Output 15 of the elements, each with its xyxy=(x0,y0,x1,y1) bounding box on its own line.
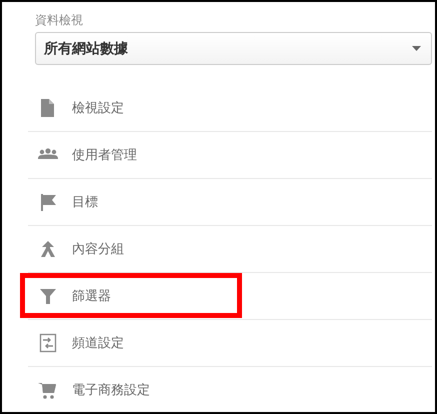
menu-item[interactable]: 目標 xyxy=(72,193,98,211)
menu-item[interactable]: 內容分組 xyxy=(72,240,124,258)
filter-icon xyxy=(38,286,58,306)
menu-item[interactable]: 檢視設定 xyxy=(72,99,124,117)
menu-item[interactable]: 頻道設定 xyxy=(72,334,124,352)
caret-icon xyxy=(412,46,421,51)
menu-item[interactable]: 篩選器 xyxy=(72,287,111,305)
cart-icon xyxy=(38,380,58,400)
section-label: 資料檢視 xyxy=(35,12,84,28)
menu-item[interactable]: 使用者管理 xyxy=(72,146,137,164)
view-dropdown[interactable]: 所有網站數據 xyxy=(35,32,432,65)
sliders-icon xyxy=(38,333,58,353)
merge-arrow-icon xyxy=(38,239,58,259)
menu-item[interactable]: 電子商務設定 xyxy=(72,381,150,399)
flag-icon xyxy=(38,192,58,212)
